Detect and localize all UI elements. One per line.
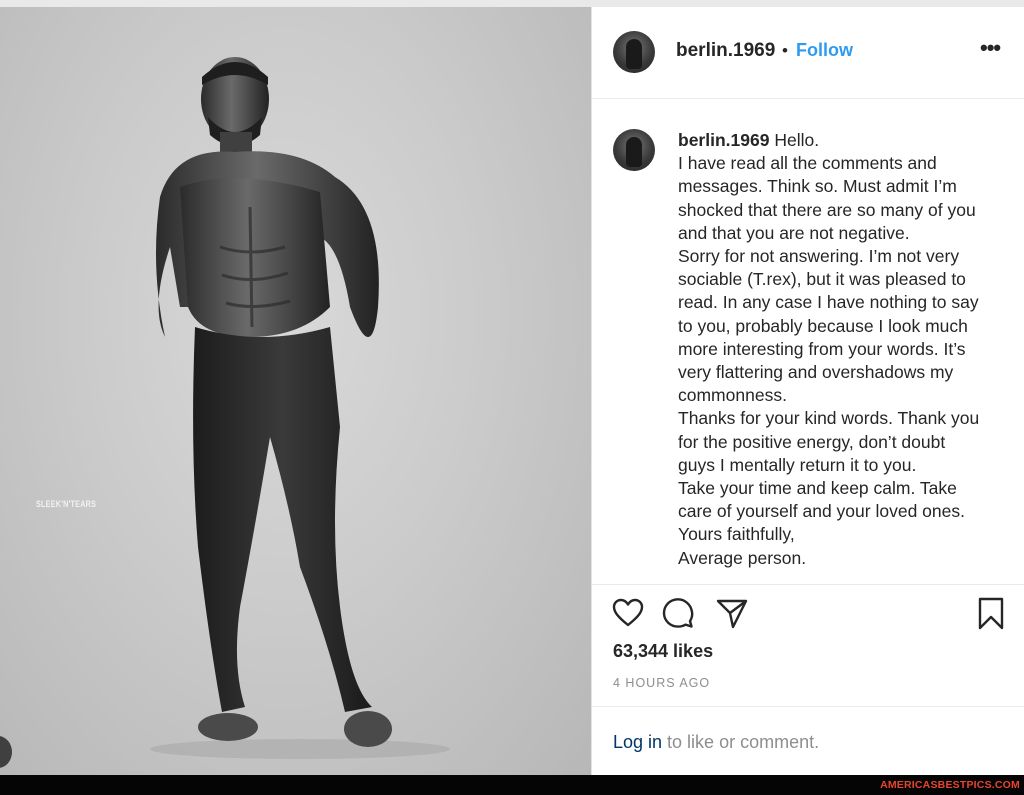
post-timestamp[interactable]: 4 HOURS AGO (613, 676, 710, 690)
paper-plane-icon[interactable] (716, 598, 748, 630)
caption-line: for the positive energy, don’t doubt (678, 431, 946, 452)
caption-line: Take your time and keep calm. Take (678, 478, 957, 499)
caption-username[interactable]: berlin.1969 (678, 130, 769, 150)
caption-line: shocked that there are so many of you (678, 199, 976, 220)
caption-line: very flattering and overshadows my (678, 362, 954, 383)
post-caption: berlin.1969 Hello. I have read all the c… (678, 129, 1008, 570)
login-link[interactable]: Log in (613, 732, 662, 752)
actions-divider (592, 584, 1024, 585)
post-photo[interactable]: SLEEK'N'TEARS (0, 7, 591, 775)
caption-line: read. In any case I have nothing to say (678, 292, 979, 313)
caption-line: messages. Think so. Must admit I’m (678, 176, 957, 197)
caption-line: Yours faithfully, (678, 524, 795, 545)
caption-line: Sorry for not answering. I’m not very (678, 246, 960, 267)
caption-line: commonness. (678, 385, 787, 406)
site-watermark: AMERICASBESTPICS.COM (880, 779, 1020, 791)
photo-watermark: SLEEK'N'TEARS (36, 499, 97, 509)
caption-line: sociable (T.rex), but it was pleased to (678, 269, 966, 290)
header-username[interactable]: berlin.1969 (676, 40, 775, 62)
header-divider (592, 98, 1024, 99)
caption-avatar[interactable] (613, 129, 655, 171)
caption-line: Average person. (678, 547, 807, 568)
likes-count[interactable]: 63,344 likes (613, 641, 713, 662)
caption-line: I have read all the comments and (678, 153, 937, 174)
caption-line: and that you are not negative. (678, 222, 910, 243)
login-prompt: Log in to like or comment. (613, 732, 819, 753)
caption-line: Thanks for your kind words. Thank you (678, 408, 980, 429)
follow-button[interactable]: Follow (796, 40, 853, 61)
caption-line: guys I mentally return it to you. (678, 454, 917, 475)
caption-line: to you, probably because I look much (678, 315, 968, 336)
caption-first-line: Hello. (774, 130, 820, 150)
comment-divider (592, 706, 1024, 707)
header-avatar[interactable] (613, 31, 655, 73)
man-figure-image (150, 57, 450, 759)
post-sidebar: berlin.1969 • Follow ••• berlin.1969 Hel… (591, 7, 1024, 775)
comment-icon[interactable] (662, 597, 694, 629)
site-footer-bar: AMERICASBESTPICS.COM (0, 775, 1024, 795)
more-options-icon[interactable]: ••• (980, 37, 1001, 59)
login-prompt-text: to like or comment. (662, 732, 820, 752)
heart-icon[interactable] (612, 598, 644, 628)
window-top-border (0, 0, 1024, 7)
caption-line: more interesting from your words. It’s (678, 338, 966, 359)
caption-line: care of yourself and your loved ones. (678, 501, 965, 522)
header-separator: • (782, 41, 788, 60)
bookmark-icon[interactable] (977, 597, 1005, 631)
